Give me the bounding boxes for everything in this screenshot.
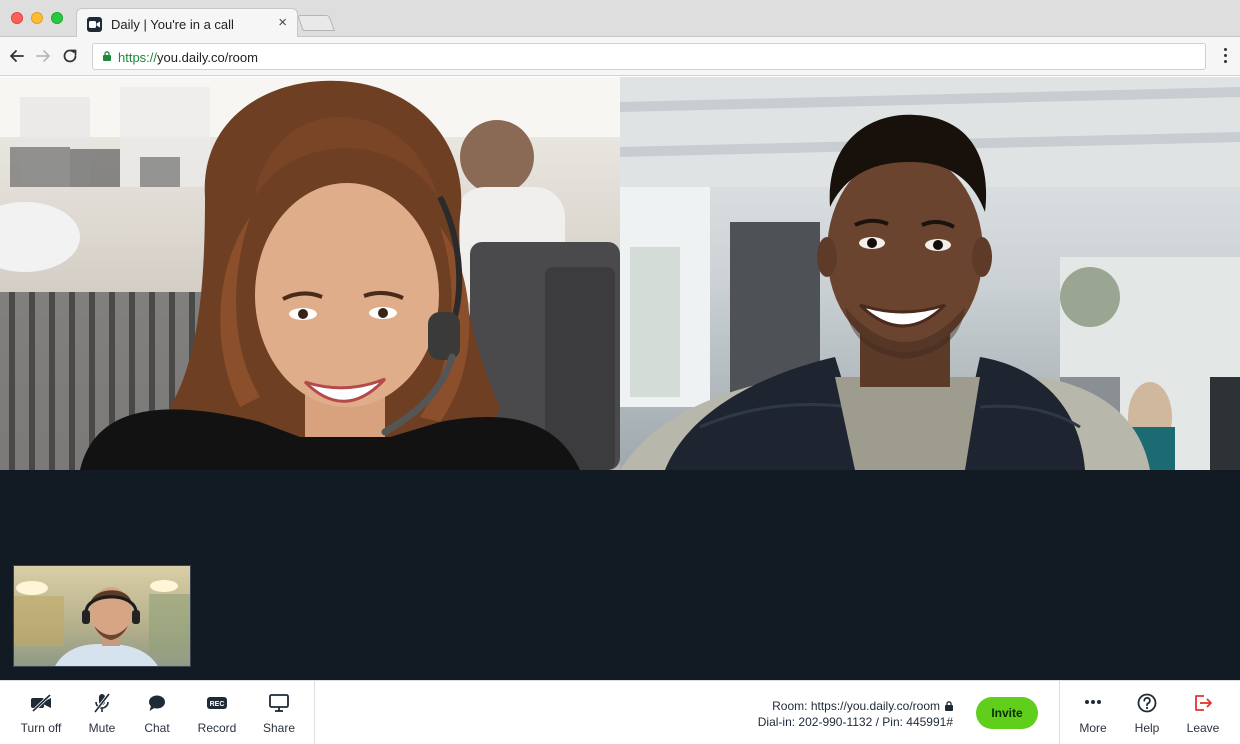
share-screen-button[interactable]: Share [254, 681, 304, 744]
turn-off-camera-button[interactable]: Turn off [14, 681, 68, 744]
back-arrow-icon[interactable] [7, 46, 27, 66]
room-url-text[interactable]: Room: https://you.daily.co/room [772, 698, 940, 714]
chat-bubble-icon [149, 695, 165, 711]
controls-divider-right [1059, 681, 1060, 744]
address-bar[interactable]: https://you.daily.co/room [92, 43, 1206, 70]
turn-off-label: Turn off [20, 721, 62, 735]
call-area [0, 77, 1240, 680]
help-label: Help [1134, 721, 1160, 735]
leave-door-icon [1195, 695, 1212, 711]
secure-lock-icon [103, 51, 111, 61]
svg-text:REC: REC [210, 701, 225, 708]
reload-icon[interactable] [60, 46, 80, 66]
leave-label: Leave [1186, 721, 1220, 735]
browser-tab-bar: Daily | You're in a call × [0, 0, 1240, 38]
chat-button[interactable]: Chat [134, 681, 180, 744]
browser-toolbar: https://you.daily.co/room [0, 37, 1240, 76]
ellipsis-icon [1085, 700, 1101, 704]
tab-title: Daily | You're in a call [111, 17, 234, 32]
more-label: More [1079, 721, 1107, 735]
self-view-video[interactable] [13, 565, 191, 667]
participant-video-tile-2[interactable] [620, 77, 1240, 470]
room-lock-icon [945, 701, 953, 711]
mute-label: Mute [88, 721, 116, 735]
monitor-icon [269, 694, 289, 712]
browser-menu-icon[interactable] [1224, 48, 1228, 64]
leave-call-button[interactable]: Leave [1180, 681, 1226, 744]
new-tab-button[interactable] [297, 15, 335, 31]
invite-button[interactable]: Invite [976, 697, 1038, 729]
close-window-button[interactable] [11, 12, 23, 24]
dial-in-text: Dial-in: 202-990-1132 / Pin: 445991# [757, 715, 953, 729]
url-text: https://you.daily.co/room [118, 50, 258, 65]
room-info: Room: https://you.daily.co/room Dial-in:… [758, 698, 953, 730]
rec-icon: REC [207, 697, 227, 709]
record-button[interactable]: REC Record [190, 681, 244, 744]
forward-arrow-icon[interactable] [33, 46, 53, 66]
more-button[interactable]: More [1072, 681, 1114, 744]
tab-close-icon[interactable]: × [278, 15, 287, 31]
mute-button[interactable]: Mute [78, 681, 126, 744]
controls-divider [314, 681, 315, 744]
chat-label: Chat [144, 721, 170, 735]
participant-video-tile-1[interactable] [0, 77, 620, 470]
browser-tab-active[interactable]: Daily | You're in a call × [76, 8, 298, 38]
zoom-window-button[interactable] [51, 12, 63, 24]
minimize-window-button[interactable] [31, 12, 43, 24]
camera-off-icon [31, 693, 52, 713]
call-controls-bar: Turn off Mute Chat REC Record Share Room… [0, 680, 1240, 744]
mic-off-icon [93, 693, 111, 713]
share-label: Share [262, 721, 296, 735]
record-label: Record [197, 721, 237, 735]
daily-favicon-icon [87, 17, 102, 32]
question-circle-icon [1137, 693, 1157, 713]
help-button[interactable]: Help [1126, 681, 1168, 744]
